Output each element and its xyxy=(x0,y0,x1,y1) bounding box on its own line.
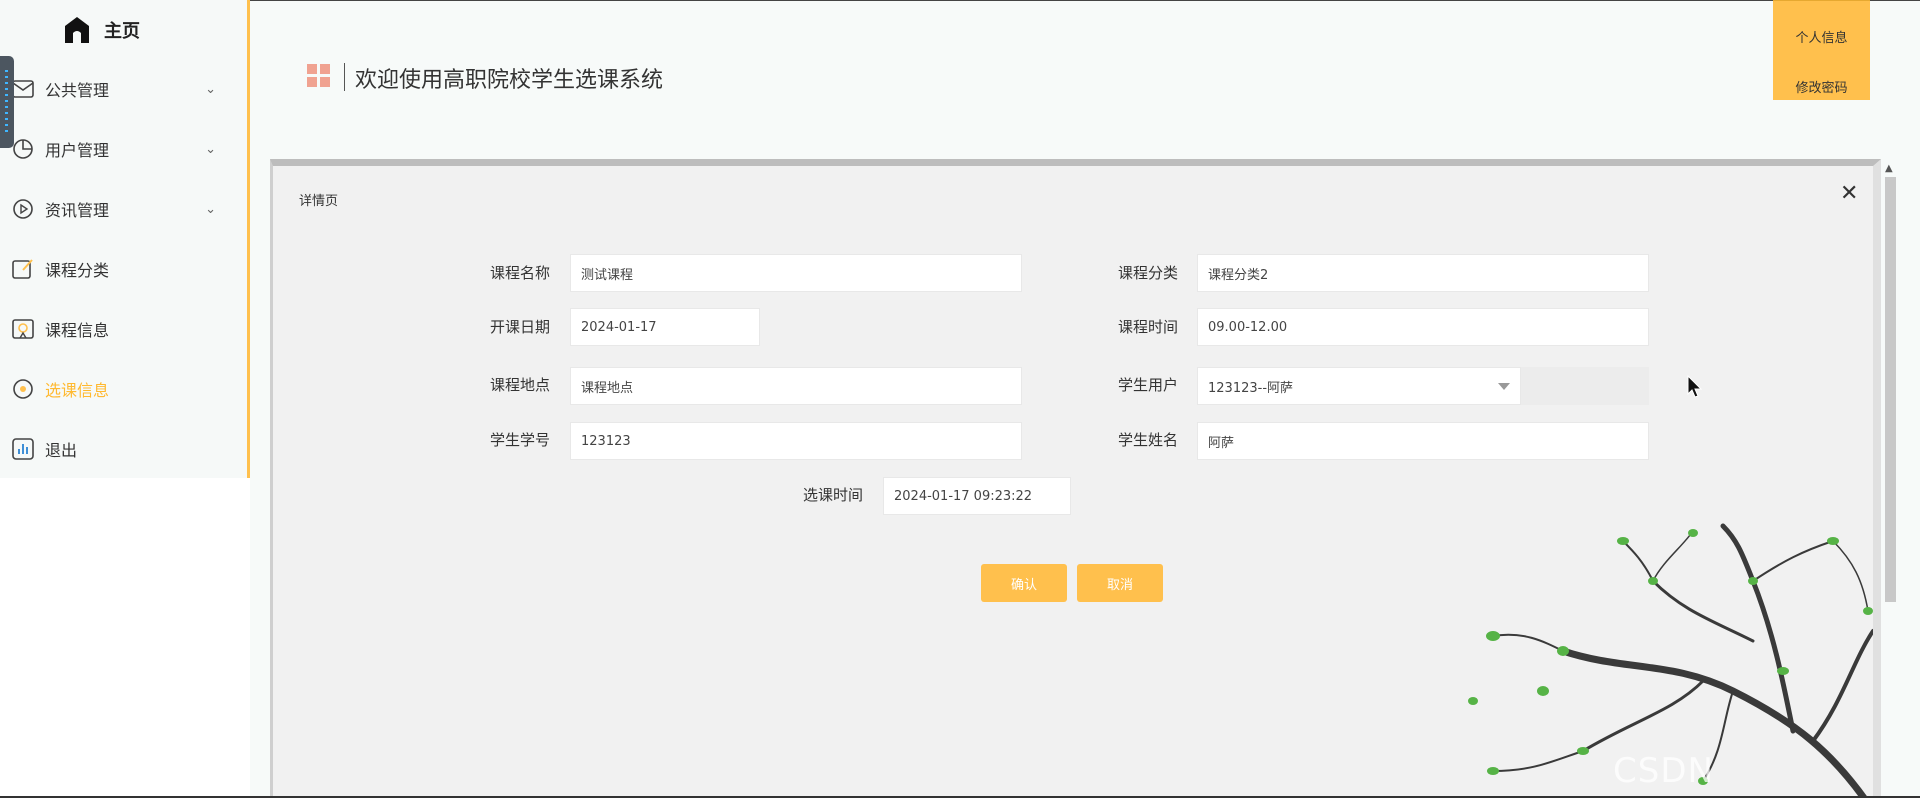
chevron-down-icon: ⌄ xyxy=(205,201,216,217)
mail-icon xyxy=(12,78,34,100)
sidebar-item-label: 课程分类 xyxy=(45,261,110,280)
student-name-label: 学生姓名 xyxy=(1118,431,1179,449)
course-category-label: 课程分类 xyxy=(1118,264,1179,282)
sidebar-item-public-management[interactable]: 公共管理 ⌄ xyxy=(12,74,224,104)
sidebar-item-course-info[interactable]: 课程信息 xyxy=(12,314,224,344)
sidebar-item-label: 资讯管理 xyxy=(45,201,110,220)
scrollbar-thumb[interactable] xyxy=(1885,177,1896,602)
scroll-up-icon[interactable]: ▲ xyxy=(1885,163,1893,174)
course-location-field[interactable]: 课程地点 xyxy=(570,367,1022,405)
dialog-title: 详情页 xyxy=(299,194,339,209)
sidebar-item-course-category[interactable]: 课程分类 xyxy=(12,254,224,284)
pie-chart-icon xyxy=(12,138,34,160)
confirm-button[interactable]: 确认 xyxy=(981,564,1067,602)
sidebar-item-news-management[interactable]: 资讯管理 ⌄ xyxy=(12,194,224,224)
sidebar-item-label: 公共管理 xyxy=(45,81,110,100)
cancel-button[interactable]: 取消 xyxy=(1077,564,1163,602)
select-time-label: 选课时间 xyxy=(803,486,864,504)
home-link[interactable]: 主页 xyxy=(64,12,140,48)
detail-dialog: 详情页 ✕ 课程名称 测试课程 课程分类 课程分类2 开课日期 2024-01-… xyxy=(270,159,1881,798)
student-name-field[interactable]: 阿萨 xyxy=(1197,422,1649,460)
sidebar-blank xyxy=(0,478,250,798)
chevron-down-icon: ⌄ xyxy=(205,81,216,97)
sun-icon xyxy=(12,378,34,400)
student-user-label: 学生用户 xyxy=(1118,376,1179,394)
course-location-label: 课程地点 xyxy=(490,376,551,394)
play-circle-icon xyxy=(12,198,34,220)
start-date-field[interactable]: 2024-01-17 xyxy=(570,308,760,346)
student-id-field[interactable]: 123123 xyxy=(570,422,1022,460)
watermark: CSDN @lybs1991 xyxy=(1613,751,1810,798)
sidebar-item-label: 用户管理 xyxy=(45,141,110,160)
drag-handle[interactable] xyxy=(0,56,14,148)
home-icon xyxy=(65,17,89,43)
bar-chart-icon xyxy=(12,438,34,460)
chevron-down-icon: ⌄ xyxy=(205,141,216,157)
user-menu: 个人信息 修改密码 xyxy=(1773,0,1870,100)
cursor-icon xyxy=(1687,375,1703,398)
grid-icon xyxy=(307,64,331,88)
sidebar: 主页 公共管理 ⌄ 用户管理 ⌄ 资讯管理 ⌄ 课程分类 课程信息 选课信息 退… xyxy=(0,0,250,478)
course-name-label: 课程名称 xyxy=(490,264,551,282)
sidebar-item-label: 选课信息 xyxy=(45,381,110,400)
student-user-select[interactable]: 123123--阿萨 xyxy=(1197,367,1521,405)
select-filler xyxy=(1521,367,1649,405)
page-title: 欢迎使用高职院校学生选课系统 xyxy=(355,68,664,93)
select-time-field[interactable]: 2024-01-17 09:23:22 xyxy=(883,477,1071,515)
student-id-label: 学生学号 xyxy=(490,431,551,449)
course-time-label: 课程时间 xyxy=(1118,318,1179,336)
badge-icon xyxy=(12,318,34,340)
student-user-value: 123123--阿萨 xyxy=(1208,380,1294,396)
course-name-field[interactable]: 测试课程 xyxy=(570,254,1022,292)
sidebar-item-course-selection[interactable]: 选课信息 xyxy=(12,374,224,404)
sidebar-item-label: 课程信息 xyxy=(45,321,110,340)
sidebar-item-logout[interactable]: 退出 xyxy=(12,434,224,464)
sidebar-item-user-management[interactable]: 用户管理 ⌄ xyxy=(12,134,224,164)
change-password-link[interactable]: 修改密码 xyxy=(1773,77,1870,96)
profile-link[interactable]: 个人信息 xyxy=(1773,27,1870,46)
title-divider xyxy=(344,63,345,91)
close-icon[interactable]: ✕ xyxy=(1840,183,1858,205)
course-time-field[interactable]: 09.00-12.00 xyxy=(1197,308,1649,346)
home-label: 主页 xyxy=(104,21,140,42)
top-border xyxy=(0,0,1920,1)
sidebar-item-label: 退出 xyxy=(45,441,78,460)
edit-icon xyxy=(12,258,34,280)
course-category-field[interactable]: 课程分类2 xyxy=(1197,254,1649,292)
chevron-down-icon xyxy=(1498,383,1510,390)
start-date-label: 开课日期 xyxy=(490,318,551,336)
